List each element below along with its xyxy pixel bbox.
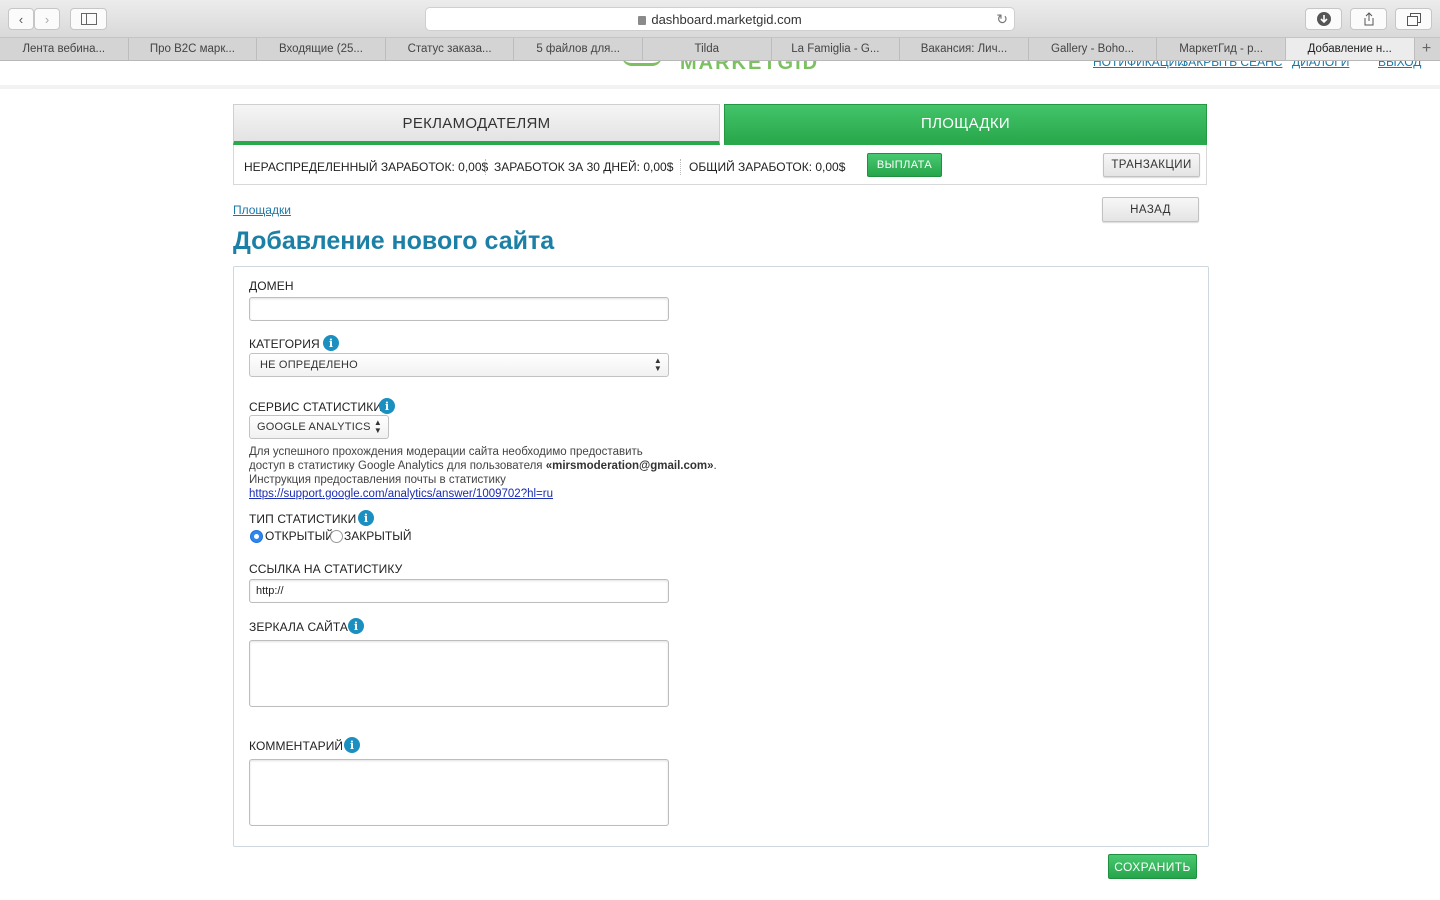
earnings-undistributed: НЕРАСПРЕДЕЛЕННЫЙ ЗАРАБОТОК: 0,00$: [244, 160, 488, 174]
stats-link-label: ССЫЛКА НА СТАТИСТИКУ: [249, 562, 403, 576]
header-link-dialogs[interactable]: ДИАЛОГИ: [1292, 61, 1349, 69]
note-line-2: доступ в статистику Google Analytics для…: [249, 459, 717, 473]
earnings-undistributed-label: НЕРАСПРЕДЕЛЕННЫЙ ЗАРАБОТОК:: [244, 160, 455, 174]
header-link-notifications[interactable]: НОТИФИКАЦИИ: [1093, 61, 1186, 69]
earnings-last30-label: ЗАРАБОТОК ЗА 30 ДНЕЙ:: [494, 160, 641, 174]
back-nav-icon[interactable]: ‹: [8, 8, 34, 30]
browser-tab[interactable]: МаркетГид - р...: [1157, 38, 1286, 60]
reload-icon[interactable]: ↻: [996, 11, 1008, 28]
stats-service-select[interactable]: GOOGLE ANALYTICS ▲ ▼: [249, 415, 389, 439]
browser-tab[interactable]: 5 файлов для...: [514, 38, 643, 60]
mirrors-textarea[interactable]: [249, 640, 669, 707]
page-title: Добавление нового сайта: [233, 227, 555, 255]
tabs-overview-icon[interactable]: [1395, 8, 1432, 30]
info-icon[interactable]: i: [323, 335, 339, 351]
note-line-2-end: .: [713, 460, 717, 472]
category-select[interactable]: НЕ ОПРЕДЕЛЕНО ▲ ▼: [249, 353, 669, 377]
tab-platforms[interactable]: ПЛОЩАДКИ: [724, 104, 1207, 145]
moderation-note: Для успешного прохождения модерации сайт…: [249, 445, 717, 501]
browser-tab-active[interactable]: Добавление н...: [1285, 38, 1415, 60]
earnings-undistributed-value: 0,00$: [458, 160, 489, 174]
earnings-last30: ЗАРАБОТОК ЗА 30 ДНЕЙ: 0,00$: [494, 160, 673, 174]
tab-advertisers[interactable]: РЕКЛАМОДАТЕЛЯМ: [233, 104, 720, 145]
address-bar[interactable]: dashboard.marketgid.com ↻: [425, 7, 1015, 31]
note-email: «mirsmoderation@gmail.com»: [545, 460, 714, 472]
comment-label: КОММЕНТАРИЙ: [249, 739, 344, 753]
main-tabs: РЕКЛАМОДАТЕЛЯМ ПЛОЩАДКИ: [233, 104, 1207, 145]
stats-service-select-value: GOOGLE ANALYTICS: [257, 421, 371, 433]
logo-swoosh: [622, 61, 662, 66]
sidebar-toggle-icon[interactable]: [70, 8, 107, 30]
header-link-close-session[interactable]: ЗАКРЫТЬ СЕАНС: [1181, 61, 1282, 69]
browser-tab[interactable]: Вакансия: Лич...: [900, 38, 1029, 60]
sidebar-icon: [80, 13, 97, 25]
select-arrows-icon: ▲ ▼: [653, 356, 662, 373]
browser-tab[interactable]: Про B2C марк...: [128, 38, 258, 60]
transactions-button[interactable]: ТРАНЗАКЦИИ: [1103, 153, 1200, 177]
back-button[interactable]: НАЗАД: [1102, 197, 1199, 222]
info-icon[interactable]: i: [348, 618, 364, 634]
earnings-bar: НЕРАСПРЕДЕЛЕННЫЙ ЗАРАБОТОК: 0,00$ ЗАРАБО…: [233, 145, 1207, 185]
share-glyph-icon: [1364, 12, 1373, 26]
address-url: dashboard.marketgid.com: [651, 11, 802, 27]
lock-icon: [638, 15, 647, 25]
category-label: КАТЕГОРИЯ: [249, 337, 320, 351]
earnings-total: ОБЩИЙ ЗАРАБОТОК: 0,00$: [689, 160, 845, 174]
browser-tab[interactable]: Статус заказа...: [385, 38, 515, 60]
earnings-total-label: ОБЩИЙ ЗАРАБОТОК:: [689, 160, 813, 174]
downloads-icon[interactable]: [1305, 8, 1342, 30]
stats-type-open-radio[interactable]: [250, 530, 263, 543]
comment-textarea[interactable]: [249, 759, 669, 826]
stats-type-label: ТИП СТАТИСТИКИ: [249, 512, 357, 526]
payout-button[interactable]: ВЫПЛАТА: [867, 153, 942, 177]
earnings-total-value: 0,00$: [815, 160, 846, 174]
category-select-value: НЕ ОПРЕДЕЛЕНО: [260, 359, 358, 371]
download-icon: [1316, 12, 1331, 26]
divider: [485, 159, 486, 175]
info-icon[interactable]: i: [344, 737, 360, 753]
browser-tab[interactable]: Входящие (25...: [257, 38, 386, 60]
stats-type-closed-label[interactable]: ЗАКРЫТЫЙ: [344, 529, 411, 543]
breadcrumb-platforms[interactable]: Площадки: [233, 203, 291, 217]
info-icon[interactable]: i: [379, 398, 395, 414]
site-logo[interactable]: MARKETGID: [622, 61, 817, 74]
browser-tab[interactable]: Лента вебина...: [0, 38, 129, 60]
browser-toolbar: ‹ › dashboard.marketgid.com ↻: [0, 0, 1440, 38]
analytics-help-link[interactable]: https://support.google.com/analytics/ans…: [249, 488, 553, 500]
note-line-2-text: доступ в статистику Google Analytics для…: [249, 460, 546, 472]
browser-tabstrip: Лента вебина... Про B2C марк... Входящие…: [0, 38, 1440, 61]
note-line-3: Инструкция предоставления почты в статис…: [249, 474, 506, 486]
logo-text: MARKETGID: [680, 61, 820, 74]
info-icon[interactable]: i: [358, 510, 374, 526]
note-line-1: Для успешного прохождения модерации сайт…: [249, 446, 643, 458]
forward-nav-icon[interactable]: ›: [34, 8, 60, 30]
tabs-icon: [1406, 12, 1421, 26]
mirrors-label: ЗЕРКАЛА САЙТА: [249, 620, 348, 634]
select-arrows-icon: ▲ ▼: [373, 418, 382, 435]
site-header: MARKETGID НОТИФИКАЦИИ ЗАКРЫТЬ СЕАНС ДИАЛ…: [0, 61, 1440, 89]
header-link-logout[interactable]: ВЫХОД: [1378, 61, 1421, 69]
earnings-last30-value: 0,00$: [643, 160, 674, 174]
browser-tab[interactable]: La Famiglia - G...: [771, 38, 901, 60]
add-site-form: ДОМЕН КАТЕГОРИЯ i НЕ ОПРЕДЕЛЕНО ▲ ▼ СЕРВИ…: [233, 266, 1209, 847]
divider: [680, 159, 681, 175]
domain-input[interactable]: [249, 297, 669, 321]
browser-tab[interactable]: Gallery - Boho...: [1028, 38, 1158, 60]
new-tab-icon[interactable]: +: [1415, 38, 1439, 60]
stats-link-input[interactable]: http://: [249, 579, 669, 603]
share-icon[interactable]: [1350, 8, 1387, 30]
domain-label: ДОМЕН: [249, 279, 294, 293]
stats-service-label: СЕРВИС СТАТИСТИКИ: [249, 400, 383, 414]
stats-type-open-label[interactable]: ОТКРЫТЫЙ: [265, 529, 334, 543]
browser-tab[interactable]: Tilda: [642, 38, 772, 60]
stats-type-closed-radio[interactable]: [330, 530, 343, 543]
save-button[interactable]: СОХРАНИТЬ: [1108, 854, 1197, 879]
